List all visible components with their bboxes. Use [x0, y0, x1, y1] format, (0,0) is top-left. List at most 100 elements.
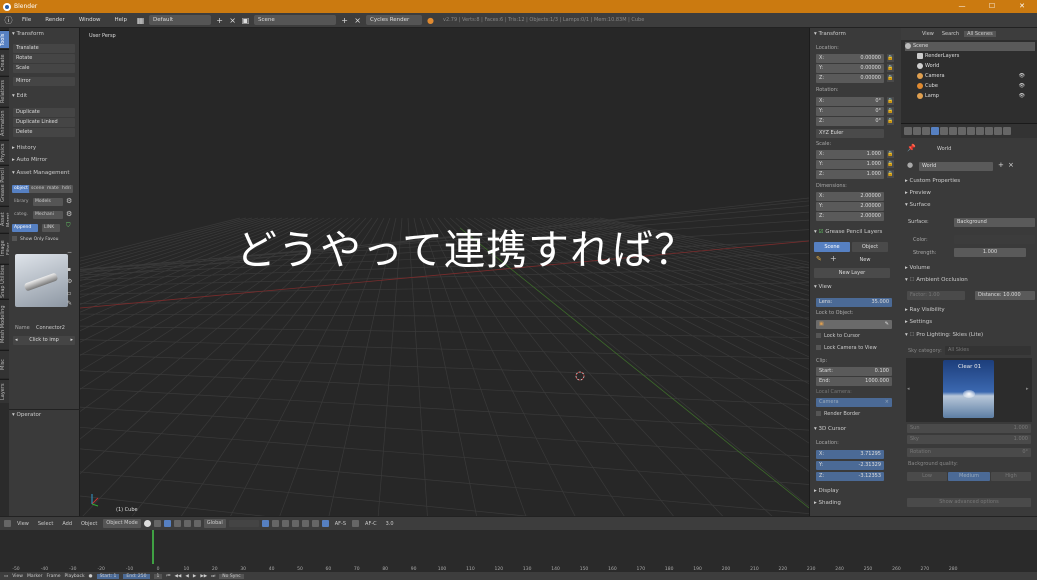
3d-cursor-icon[interactable] — [575, 371, 585, 381]
translate-button[interactable]: Translate — [13, 44, 75, 53]
grease-new-button[interactable]: New — [842, 255, 888, 265]
lock-scale-x-icon[interactable]: 🔒 — [887, 150, 894, 158]
wrench-icon[interactable]: ✎ — [67, 300, 72, 307]
asset-preview-thumbnail[interactable] — [15, 254, 68, 307]
outliner-row-world[interactable]: World — [905, 62, 1035, 71]
renderlayers-context-icon[interactable] — [913, 127, 921, 135]
mirror-button[interactable]: Mirror — [13, 77, 75, 86]
next-asset-icon[interactable]: ▸ — [70, 336, 75, 345]
vtab-tools[interactable]: Tools — [0, 30, 9, 48]
timeline-menu-marker[interactable]: Marker — [27, 574, 43, 579]
library-selector[interactable]: Models — [33, 198, 63, 206]
grease-pencil-header[interactable]: ▾ ☑ Grease Pencil Layers — [814, 229, 882, 235]
world-context-icon[interactable] — [931, 127, 939, 135]
rotate-button[interactable]: Rotate — [13, 54, 75, 63]
np-transform-header[interactable]: ▾ Transform — [814, 31, 846, 37]
particles-context-icon[interactable] — [994, 127, 1002, 135]
close-button[interactable]: ✕ — [1007, 0, 1037, 13]
asset-tab-scene[interactable]: scene — [29, 185, 47, 193]
timeline-menu-playback[interactable]: Playback — [65, 574, 85, 579]
jump-start-icon[interactable]: ⏮ — [166, 573, 170, 579]
lock-location-y-icon[interactable]: 🔒 — [887, 64, 894, 72]
next-keyframe-icon[interactable]: ▶▶ — [200, 574, 207, 579]
lock-location-x-icon[interactable]: 🔒 — [887, 54, 894, 62]
quality-medium-button[interactable]: Medium — [948, 472, 990, 481]
outliner-view-menu[interactable]: View — [919, 31, 937, 37]
next-sky-icon[interactable]: ▸ — [1026, 386, 1029, 392]
pivot-icon[interactable] — [153, 520, 161, 527]
scale-y-field[interactable]: Y: 1.000 — [816, 160, 884, 169]
add-grease-icon[interactable]: + — [830, 254, 837, 263]
af-c-icon[interactable] — [352, 520, 360, 527]
shading-panel-header[interactable]: ▸ Shading — [814, 500, 841, 506]
constraints-context-icon[interactable] — [949, 127, 957, 135]
vtab-snap-utilities[interactable]: Snap Utilities — [0, 264, 9, 298]
pin-icon[interactable]: 📌 — [907, 144, 916, 152]
rotation-x-field[interactable]: X: 0° — [816, 97, 884, 106]
editor-type-3dview-icon[interactable] — [4, 520, 11, 527]
asset-settings-icon[interactable]: ⚙ — [67, 278, 72, 285]
cursor-x-field[interactable]: X: 3.71295 — [816, 450, 884, 459]
grease-object-button[interactable]: Object — [852, 242, 888, 252]
outliner-row-lamp[interactable]: Lamp 👁 — [905, 92, 1035, 101]
vtab-layers[interactable]: Layers — [0, 379, 9, 403]
camera-visibility-icon[interactable]: 👁 — [1019, 72, 1025, 81]
transform-orientation-selector[interactable]: Global — [203, 519, 226, 528]
add-scene-icon[interactable]: + — [340, 16, 349, 25]
sky-strength-field[interactable]: Sky 1.000 — [907, 435, 1031, 444]
af-c-button[interactable]: AF-C — [362, 521, 380, 527]
outliner-display-mode[interactable]: All Scenes — [964, 31, 996, 37]
menu-object[interactable]: Object — [78, 521, 100, 527]
current-frame-field[interactable]: 1 — [153, 573, 163, 579]
quality-high-button[interactable]: High — [991, 472, 1031, 481]
screen-layout-icon[interactable]: ▦ — [136, 16, 145, 25]
camera-render-icon[interactable] — [291, 520, 299, 527]
lamp-visibility-icon[interactable]: 👁 — [1019, 92, 1025, 101]
menu-add[interactable]: Add — [59, 521, 75, 527]
lens-field[interactable]: Lens: 35.000 — [816, 298, 892, 307]
ao-distance-field[interactable]: Distance: 10.000 — [975, 291, 1035, 300]
link-button[interactable]: LINK — [42, 224, 60, 232]
location-x-field[interactable]: X: 0.00000 — [816, 54, 884, 63]
render-preview-icon[interactable] — [281, 520, 289, 527]
timeline[interactable]: -50 -40 -30 -20 -10 0 10 20 30 40 50 60 70 80 90 100 110… — [0, 530, 1037, 572]
automirror-panel-header[interactable]: ▸ Auto Mirror — [12, 157, 47, 163]
location-y-field[interactable]: Y: 0.00000 — [816, 64, 884, 73]
pro-lighting-header[interactable]: ▾ ☐ Pro Lighting: Skies (Lite) — [905, 332, 1035, 338]
editor-type-icon[interactable]: ⓘ — [4, 16, 13, 25]
add-layout-icon[interactable]: + — [215, 16, 224, 25]
outliner-row-camera[interactable]: Camera 👁 — [905, 72, 1035, 81]
click-to-import-button[interactable]: ◂ Click to imp ▸ — [13, 336, 75, 345]
render-engine-selector[interactable]: Cycles Render — [366, 15, 423, 25]
delete-asset-icon[interactable]: ▫ — [67, 290, 71, 297]
lock-object-field[interactable]: ▣ ✎ — [816, 320, 892, 329]
ao-factor-field[interactable]: Factor: 1.00 — [907, 291, 965, 300]
outliner-row-renderlayers[interactable]: RenderLayers — [905, 52, 1035, 61]
menu-select[interactable]: Select — [35, 521, 56, 527]
background-color-swatch[interactable] — [954, 235, 1035, 244]
lock-location-z-icon[interactable]: 🔒 — [887, 74, 894, 82]
unlink-world-icon[interactable]: × — [1008, 161, 1014, 169]
history-panel-header[interactable]: ▸ History — [12, 145, 36, 151]
cube-visibility-icon[interactable]: 👁 — [1019, 82, 1025, 91]
object-context-icon[interactable] — [940, 127, 948, 135]
surface-shader-selector[interactable]: Background — [954, 218, 1035, 227]
cursor-panel-header[interactable]: ▾ 3D Cursor — [814, 426, 846, 432]
vtab-relations[interactable]: Relations — [0, 76, 9, 106]
rotation-field[interactable]: Rotation 0° — [907, 448, 1031, 457]
mode-selector[interactable]: Object Mode — [103, 519, 141, 528]
lock-to-cursor-checkbox[interactable]: Lock to Cursor — [816, 333, 860, 339]
menu-help[interactable]: Help — [110, 17, 133, 23]
menu-view[interactable]: View — [14, 521, 32, 527]
rotation-mode-selector[interactable]: XYZ Euler — [816, 129, 884, 138]
eyedropper-icon[interactable]: ✎ — [885, 320, 889, 329]
grease-new-layer-button[interactable]: New Layer — [814, 268, 890, 278]
scene-context-icon[interactable] — [922, 127, 930, 135]
snap-target-icon[interactable] — [301, 520, 309, 527]
end-frame-field[interactable]: End: 250 — [123, 573, 150, 579]
settings-header[interactable]: ▸ Settings — [905, 319, 1035, 325]
strength-field[interactable]: 1.000 — [954, 248, 1026, 257]
asset-panel-header[interactable]: ▾ Asset Management — [12, 170, 70, 176]
sun-strength-field[interactable]: Sun 1.000 — [907, 424, 1031, 433]
modifiers-context-icon[interactable] — [958, 127, 966, 135]
